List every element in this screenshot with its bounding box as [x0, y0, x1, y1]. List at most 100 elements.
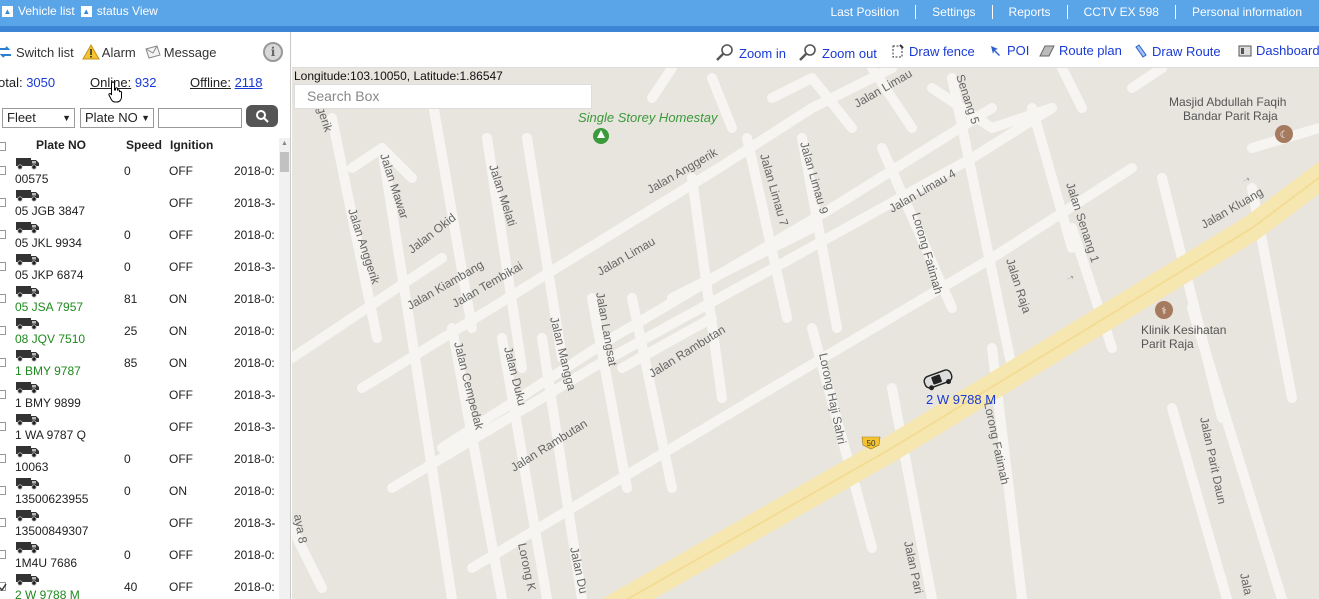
- column-ignition[interactable]: Ignition: [170, 138, 213, 152]
- vehicle-row[interactable]: 05 JKL 9934 0 OFF 2018-0:: [0, 220, 280, 252]
- svg-text:Jalan Raja: Jalan Raja: [1003, 257, 1034, 316]
- collapse-arrow-icon[interactable]: ▲: [80, 5, 92, 17]
- vehicle-checkbox[interactable]: [0, 454, 6, 463]
- vehicle-speed: 0: [124, 484, 131, 498]
- vehicle-ignition: ON: [169, 356, 187, 370]
- vehicle-row[interactable]: 1 BMY 9787 85 ON 2018-0:: [0, 348, 280, 380]
- vehicle-speed: 25: [124, 324, 138, 338]
- vehicle-checkbox[interactable]: [0, 518, 6, 527]
- info-icon[interactable]: i: [263, 42, 283, 62]
- vehicle-marker-label[interactable]: 2 W 9788 M: [926, 392, 996, 407]
- vehicle-checkbox[interactable]: [0, 358, 6, 367]
- vehicle-row[interactable]: 1M4U 7686 0 OFF 2018-0:: [0, 540, 280, 572]
- offline-count[interactable]: Offline: 2118: [190, 75, 263, 90]
- vehicle-speed: 85: [124, 356, 138, 370]
- cursor-coordinates: Longitude:103.10050, Latitude:1.86547: [294, 69, 503, 83]
- vehicle-checkbox[interactable]: [0, 582, 7, 592]
- vehicle-checkbox[interactable]: [0, 326, 6, 335]
- menu-settings[interactable]: Settings: [916, 5, 993, 19]
- dashboard-button[interactable]: Dashboard: [1238, 43, 1319, 58]
- collapse-arrow-icon[interactable]: ▲: [2, 5, 13, 17]
- svg-text:Lorong Haji Sahri: Lorong Haji Sahri: [816, 352, 849, 446]
- vehicle-row[interactable]: 10063 0 OFF 2018-0:: [0, 444, 280, 476]
- menu-last-position[interactable]: Last Position: [814, 5, 917, 19]
- vehicle-ignition: OFF: [169, 580, 193, 594]
- vehicle-checkbox[interactable]: [0, 294, 6, 303]
- vehicle-checkbox[interactable]: [0, 390, 6, 399]
- column-plate[interactable]: Plate NO: [36, 138, 86, 152]
- vehicle-plate: 1 BMY 9899: [15, 396, 81, 410]
- menu-personal-information[interactable]: Personal information: [1176, 5, 1319, 19]
- vehicle-ignition: OFF: [169, 228, 193, 242]
- vehicle-row[interactable]: 08 JQV 7510 25 ON 2018-0:: [0, 316, 280, 348]
- vehicle-plate: 05 JGB 3847: [15, 204, 86, 218]
- fleet-select[interactable]: Fleet ▼: [2, 108, 75, 128]
- alarm-button[interactable]: Alarm: [81, 44, 136, 60]
- svg-text:Bandar Parit Raja: Bandar Parit Raja: [1183, 109, 1278, 123]
- vehicle-speed: 0: [124, 164, 131, 178]
- vehicle-speed: 0: [124, 260, 131, 274]
- message-button[interactable]: Message: [144, 44, 217, 60]
- map-search-input[interactable]: Search Box: [294, 84, 592, 109]
- vehicle-marker[interactable]: [923, 369, 954, 392]
- vehicle-ignition: ON: [169, 292, 187, 306]
- menu-cctv[interactable]: CCTV EX 598: [1068, 5, 1176, 19]
- vehicle-checkbox[interactable]: [0, 262, 6, 271]
- truck-icon: [15, 572, 41, 586]
- vehicle-row[interactable]: 05 JSA 7957 81 ON 2018-0:: [0, 284, 280, 316]
- masjid-poi[interactable]: ☾ Masjid Abdullah Faqih Bandar Parit Raj…: [1169, 95, 1293, 143]
- scroll-up-icon[interactable]: ▲: [281, 140, 288, 147]
- search-button[interactable]: [246, 105, 278, 127]
- top-menu: Last Position Settings Reports CCTV EX 5…: [814, 5, 1319, 19]
- vehicle-checkbox[interactable]: [0, 486, 6, 495]
- vehicle-row[interactable]: 13500623955 0 ON 2018-0:: [0, 476, 280, 508]
- map-canvas[interactable]: 50 Single Storey Homestay ☾ Masjid Abdul…: [292, 68, 1319, 599]
- truck-icon: [15, 508, 41, 522]
- draw-fence-icon: [892, 44, 904, 58]
- tab-vehicle-list[interactable]: Vehicle list: [18, 4, 75, 18]
- vehicle-checkbox[interactable]: [0, 230, 6, 239]
- zoom-out-button[interactable]: Zoom out: [798, 43, 877, 63]
- vehicle-plate: 2 W 9788 M: [15, 588, 80, 599]
- vehicle-row[interactable]: 2 W 9788 M 40 OFF 2018-0:: [0, 572, 280, 599]
- vehicle-row[interactable]: 05 JGB 3847 OFF 2018-3-: [0, 188, 280, 220]
- vehicle-plate: 1 WA 9787 Q: [15, 428, 86, 442]
- svg-text:gerik: gerik: [314, 105, 336, 135]
- vehicle-checkbox[interactable]: [0, 550, 6, 559]
- column-speed[interactable]: Speed: [126, 138, 162, 152]
- vehicle-row[interactable]: 1 BMY 9899 OFF 2018-3-: [0, 380, 280, 412]
- zoom-in-icon: [716, 44, 733, 61]
- menu-reports[interactable]: Reports: [993, 5, 1068, 19]
- vehicle-checkbox[interactable]: [0, 422, 6, 431]
- klinik-poi[interactable]: ⚕ Klinik Kesihatan Parit Raja: [1141, 301, 1226, 351]
- vehicle-row[interactable]: 05 JKP 6874 0 OFF 2018-3-: [0, 252, 280, 284]
- route-plan-button[interactable]: Route plan: [1039, 43, 1122, 58]
- truck-icon: [15, 284, 41, 298]
- vehicle-checkbox[interactable]: [0, 198, 6, 207]
- switch-list-icon: [0, 46, 11, 58]
- poi-button[interactable]: POI: [989, 43, 1029, 58]
- vehicle-checkbox[interactable]: [0, 166, 6, 175]
- truck-icon: [15, 156, 41, 170]
- draw-route-button[interactable]: Draw Route: [1134, 43, 1221, 59]
- zoom-in-button[interactable]: Zoom in: [715, 43, 786, 63]
- vehicle-plate: 00575: [15, 172, 49, 186]
- select-all-checkbox[interactable]: [0, 142, 6, 151]
- switch-list-button[interactable]: Switch list: [0, 44, 74, 60]
- vehicle-plate: 1M4U 7686: [15, 556, 78, 570]
- scrollbar-thumb[interactable]: [280, 152, 289, 172]
- tab-status-view[interactable]: status View: [97, 4, 158, 18]
- truck-icon: [15, 540, 41, 554]
- svg-text:Lorong Fatimah: Lorong Fatimah: [909, 211, 946, 296]
- map-layer: 50 Single Storey Homestay ☾ Masjid Abdul…: [292, 68, 1319, 599]
- vehicle-list-scrollbar[interactable]: ▲: [279, 138, 290, 599]
- plate-select[interactable]: Plate NO ▼: [80, 108, 154, 128]
- vehicle-row[interactable]: 00575 0 OFF 2018-0:: [0, 156, 280, 188]
- draw-fence-button[interactable]: Draw fence: [891, 43, 975, 59]
- alarm-label: Alarm: [101, 44, 136, 60]
- vehicle-row[interactable]: 1 WA 9787 Q OFF 2018-3-: [0, 412, 280, 444]
- vehicle-plate: 05 JKL 9934: [15, 236, 82, 250]
- vehicle-search-input[interactable]: [158, 108, 242, 128]
- vehicle-row[interactable]: 13500849307 OFF 2018-3-: [0, 508, 280, 540]
- homestay-poi[interactable]: Single Storey Homestay: [578, 110, 719, 144]
